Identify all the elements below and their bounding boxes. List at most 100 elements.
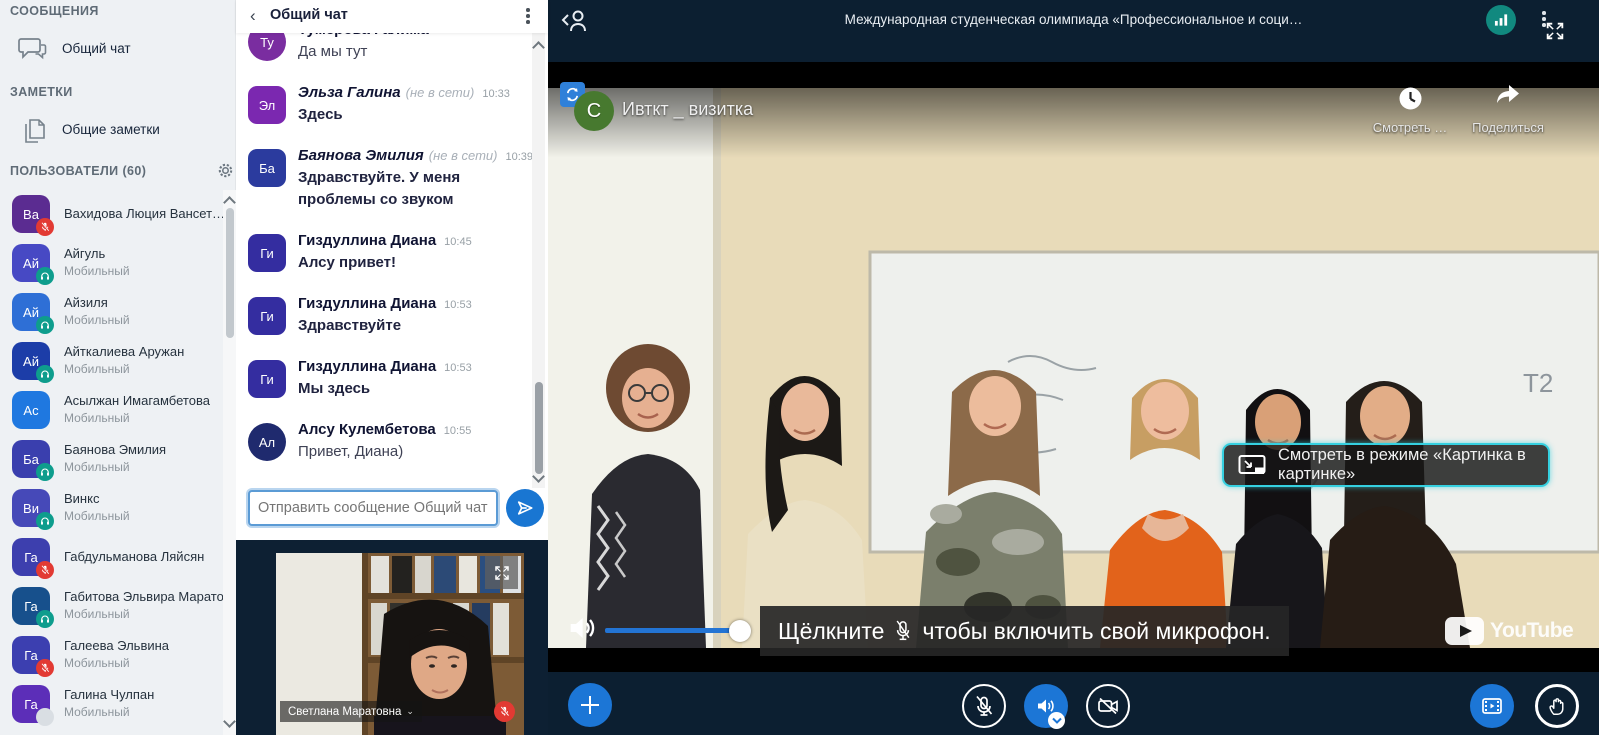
mic-hint-tooltip: Щёлкните чтобы включить свой микрофон. [760, 606, 1289, 656]
user-list-item[interactable]: Ай АйзиляМобильный [0, 288, 224, 337]
user-device: Мобильный [64, 509, 130, 523]
user-list-item[interactable]: Ба Баянова ЭмилияМобильный [0, 435, 224, 484]
avatar: Ги [248, 360, 286, 398]
users-scrollbar[interactable] [223, 190, 236, 735]
message-text: Здесь [298, 104, 530, 126]
player-volume-icon[interactable] [566, 612, 598, 649]
player-fullscreen-icon[interactable] [1544, 20, 1566, 47]
self-video-tile[interactable]: Светлана Маратовна ⌄ [236, 540, 548, 735]
user-device: Мобильный [64, 607, 130, 621]
volume-slider-track[interactable] [605, 628, 740, 633]
conference-title: Международная студенческая олимпиада «Пр… [548, 12, 1599, 27]
message-text: Привет, Диана) [298, 441, 530, 463]
message-author: Тумерова Галима [298, 33, 429, 38]
chat-message: Ту Тумерова Галима Да мы тут [236, 33, 532, 84]
headset-badge-icon [36, 365, 54, 383]
users-settings-gear-icon[interactable] [217, 162, 234, 184]
user-name: Габдульманова Ляйсян [64, 549, 204, 564]
notes-pages-icon [22, 116, 48, 151]
message-text: Мы здесь [298, 378, 530, 400]
user-name: Айткалиева Аружан [64, 344, 184, 359]
conference-topbar: Международная студенческая олимпиада «Пр… [548, 0, 1599, 40]
mic-muted-badge-icon [36, 218, 54, 236]
message-author: Гиздуллина Диана [298, 295, 436, 312]
chat-header: ‹ Общий чат [236, 0, 548, 33]
user-list-item[interactable]: Ви ВинксМобильный [0, 484, 224, 533]
message-time: 10:33 [482, 88, 510, 100]
message-time: 10:39 [505, 151, 532, 163]
share-label[interactable]: Поделиться [1458, 120, 1558, 135]
picture-in-picture-button[interactable]: Смотреть в режиме «Картинка в картинке» [1222, 443, 1550, 487]
chat-message: Ги Гиздуллина Диана 10:53 Мы здесь [236, 358, 532, 421]
avatar: Ба [248, 149, 286, 187]
user-device: Мобильный [64, 656, 130, 670]
users-section-header: ПОЛЬЗОВАТЕЛИ (60) [10, 164, 146, 178]
message-author: Гиздуллина Диана [298, 358, 436, 375]
user-name: Галеева Эльвина [64, 638, 169, 653]
message-author: Алсу Кулембетова [298, 421, 436, 438]
users-scrollbar-thumb[interactable] [226, 208, 234, 338]
camera-toggle-button[interactable] [1086, 684, 1130, 728]
selfview-expand-icon[interactable] [485, 556, 518, 589]
user-name: Асылжан Имагамбетова [64, 393, 210, 408]
volume-slider-handle[interactable] [729, 620, 751, 642]
raise-hand-button[interactable] [1535, 684, 1579, 728]
chat-message: Ги Гиздуллина Диана10:45 Алсу привет! [236, 232, 532, 295]
send-message-button[interactable] [506, 489, 544, 527]
user-list-item[interactable]: Ай АйгульМобильный [0, 239, 224, 288]
watch-later-label[interactable]: Смотреть … [1360, 120, 1460, 135]
share-media-button[interactable] [1470, 684, 1514, 728]
user-list-item[interactable]: Га Галеева ЭльвинаМобильный [0, 631, 224, 680]
connection-stats-icon[interactable] [1486, 5, 1516, 35]
mic-muted-badge-icon [36, 659, 54, 677]
avatar: Эл [248, 86, 286, 124]
user-list-item[interactable]: Га Габдульманова Ляйсян [0, 533, 224, 582]
user-name: Баянова Эмилия [64, 442, 166, 457]
messages-section-header: СООБЩЕНИЯ [10, 4, 99, 18]
headset-badge-icon [36, 316, 54, 334]
message-time: 10:53 [444, 362, 472, 374]
speaker-options-chevron-icon[interactable] [1048, 712, 1065, 729]
chat-panel: ‹ Общий чат Ту Тумерова Галима Да мы тут… [236, 0, 548, 735]
user-name: Габитова Эльвира Маратовна [64, 589, 224, 604]
youtube-logo[interactable]: YouTube [1445, 617, 1573, 645]
notes-section-header: ЗАМЕТКИ [10, 85, 73, 99]
message-text: Здравствуйте [298, 315, 530, 337]
avatar: Ту [248, 33, 286, 61]
user-list-item[interactable]: Ва Вахидова Люция Вансет… (Вы) [0, 190, 224, 239]
youtube-player[interactable]: T2 [548, 62, 1599, 672]
watch-later-icon[interactable] [1397, 85, 1424, 117]
chat-message-input[interactable] [248, 490, 498, 526]
camera-off-icon [1096, 694, 1120, 718]
hand-icon [1546, 695, 1568, 717]
user-name: Галина Чулпан [64, 687, 154, 702]
user-name: Айзиля [64, 295, 108, 310]
selfview-name-label[interactable]: Светлана Маратовна ⌄ [280, 701, 422, 722]
user-name: Айгуль [64, 246, 105, 261]
chat-scrollbar-thumb[interactable] [535, 382, 543, 474]
microphone-toggle-button[interactable] [962, 684, 1006, 728]
share-icon[interactable] [1494, 82, 1522, 113]
sidebar: СООБЩЕНИЯ Общий чат ЗАМЕТКИ Общие заметк… [0, 0, 236, 735]
add-content-button[interactable] [568, 683, 612, 727]
user-list-item[interactable]: ГаГалина ЧулпанМобильный [0, 680, 224, 729]
user-device: Мобильный [64, 705, 130, 719]
chat-back-icon[interactable]: ‹ [250, 6, 256, 26]
user-list-item[interactable]: Га Габитова Эльвира МаратовнаМобильный [0, 582, 224, 631]
user-list-item[interactable]: Ай Айткалиева АружанМобильный [0, 337, 224, 386]
sidebar-item-general-chat[interactable]: Общий чат [0, 30, 236, 70]
user-device: Мобильный [64, 460, 130, 474]
headset-badge-icon [36, 267, 54, 285]
chat-scrollbar[interactable] [532, 33, 545, 490]
chat-title: Общий чат [270, 7, 348, 23]
headset-badge-icon [36, 610, 54, 628]
chat-menu-icon[interactable] [526, 8, 530, 24]
channel-avatar[interactable]: C [574, 91, 614, 131]
video-title: Ивткт _ визитка [622, 99, 753, 120]
chat-message: Ги Гиздуллина Диана10:53 Здравствуйте [236, 295, 532, 358]
sidebar-item-general-notes[interactable]: Общие заметки [0, 111, 236, 151]
user-list-item[interactable]: АсАсылжан ИмагамбетоваМобильный [0, 386, 224, 435]
headset-badge-icon [36, 463, 54, 481]
film-icon [1480, 694, 1504, 718]
chat-message: Ал Алсу Кулембетова10:55 Привет, Диана) [236, 421, 532, 484]
